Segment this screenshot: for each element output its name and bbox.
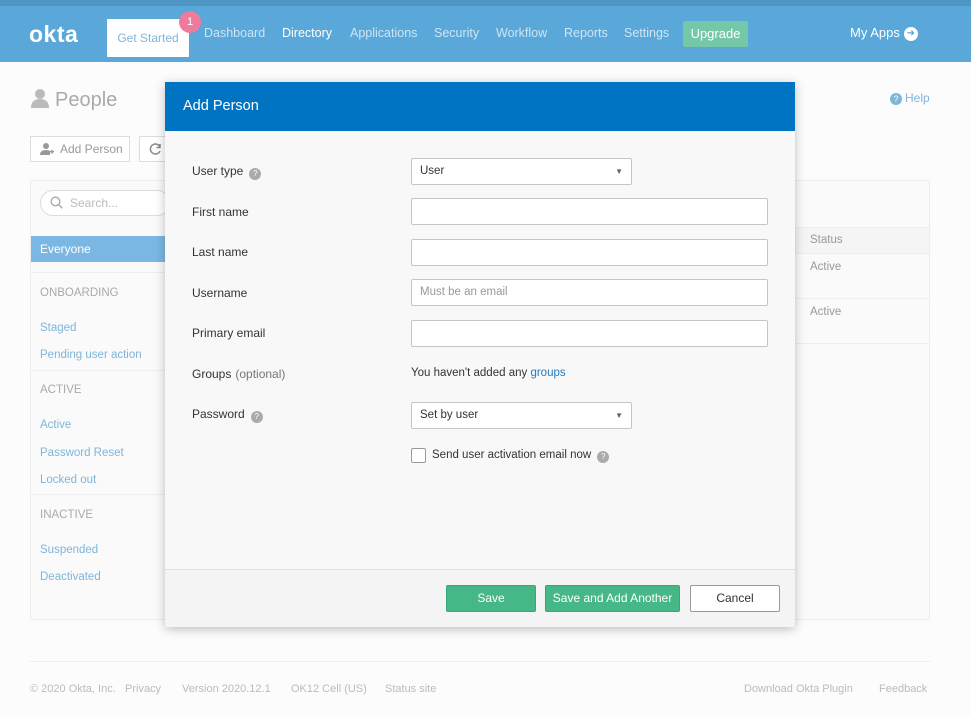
user-type-label-text: User type xyxy=(192,164,244,178)
primary-email-label: Primary email xyxy=(192,326,266,340)
status-cell: Active xyxy=(810,306,842,318)
save-button[interactable]: Save xyxy=(446,585,536,612)
row-divider xyxy=(795,298,929,299)
help-link[interactable]: ? Help xyxy=(890,91,930,105)
dialog-title: Add Person xyxy=(165,82,795,131)
arrow-right-icon: ➜ xyxy=(903,26,918,41)
primary-email-field[interactable] xyxy=(411,320,768,347)
first-name-field[interactable] xyxy=(411,198,768,225)
page-title: People xyxy=(31,88,117,112)
password-label-text: Password xyxy=(192,407,245,421)
status-column-header[interactable]: Status xyxy=(795,227,929,254)
nav-settings[interactable]: Settings xyxy=(624,26,669,40)
add-person-dialog: Add Person User type? User ▼ First name L… xyxy=(165,82,795,627)
search-icon xyxy=(50,196,63,209)
footer-privacy-link[interactable]: Privacy xyxy=(125,683,161,695)
chevron-down-icon: ▼ xyxy=(615,411,623,420)
nav-security[interactable]: Security xyxy=(434,26,479,40)
top-strip xyxy=(0,0,971,6)
add-person-button[interactable]: Add Person xyxy=(30,136,130,162)
password-value: Set by user xyxy=(420,409,479,421)
upgrade-button[interactable]: Upgrade xyxy=(683,21,748,47)
footer-divider xyxy=(30,661,930,662)
help-label: Help xyxy=(905,91,930,105)
search-placeholder: Search... xyxy=(70,196,119,210)
add-person-label: Add Person xyxy=(60,142,123,156)
refresh-icon xyxy=(149,143,161,155)
groups-link[interactable]: groups xyxy=(530,367,565,379)
footer-download-plugin-link[interactable]: Download Okta Plugin xyxy=(744,683,853,695)
user-type-label: User type? xyxy=(192,164,262,180)
sidebar-divider xyxy=(31,272,171,273)
dialog-footer: Save Save and Add Another Cancel xyxy=(165,569,795,627)
last-name-field[interactable] xyxy=(411,239,768,266)
my-apps-label: My Apps xyxy=(850,25,900,40)
send-activation-text: Send user activation email now xyxy=(432,449,592,461)
get-started-tab[interactable]: Get Started xyxy=(107,19,189,57)
my-apps-link[interactable]: My Apps ➜ xyxy=(850,25,918,41)
nav-reports[interactable]: Reports xyxy=(564,26,608,40)
sidebar-divider xyxy=(31,370,171,371)
sidebar-heading-onboarding: ONBOARDING xyxy=(40,287,119,299)
get-started-badge: 1 xyxy=(179,11,201,33)
row-divider xyxy=(795,343,929,344)
groups-empty-message: You haven't added any xyxy=(411,367,528,379)
add-user-icon xyxy=(40,143,54,155)
okta-logo[interactable]: okta xyxy=(29,21,78,48)
status-cell: Active xyxy=(810,261,842,273)
password-label: Password? xyxy=(192,407,263,423)
first-name-label: First name xyxy=(192,205,249,219)
chevron-down-icon: ▼ xyxy=(615,167,623,176)
help-icon[interactable]: ? xyxy=(597,451,610,463)
sidebar-heading-inactive: INACTIVE xyxy=(40,509,94,521)
sidebar-item-suspended[interactable]: Suspended xyxy=(40,544,98,556)
nav-workflow[interactable]: Workflow xyxy=(496,26,547,40)
send-activation-checkbox[interactable] xyxy=(411,448,426,463)
top-nav: okta Get Started 1 Dashboard Directory A… xyxy=(0,0,971,62)
person-icon xyxy=(31,89,49,108)
sidebar-item-deactivated[interactable]: Deactivated xyxy=(40,571,101,583)
footer-version: Version 2020.12.1 xyxy=(182,683,271,695)
help-icon: ? xyxy=(890,93,902,105)
page-title-text: People xyxy=(55,89,118,111)
groups-label-text: Groups xyxy=(192,367,232,381)
sidebar-item-everyone[interactable]: Everyone xyxy=(31,236,171,262)
sidebar-item-active[interactable]: Active xyxy=(40,419,71,431)
username-field[interactable]: Must be an email xyxy=(411,279,768,306)
password-select[interactable]: Set by user ▼ xyxy=(411,402,632,429)
user-type-select[interactable]: User ▼ xyxy=(411,158,632,185)
send-activation-label: Send user activation email now? xyxy=(432,449,610,463)
footer-copyright: © 2020 Okta, Inc. xyxy=(30,683,116,695)
username-label: Username xyxy=(192,286,248,300)
nav-directory[interactable]: Directory xyxy=(282,26,332,40)
search-input[interactable]: Search... xyxy=(40,190,170,216)
footer-cell: OK12 Cell (US) xyxy=(291,683,367,695)
footer-status-site-link[interactable]: Status site xyxy=(385,683,436,695)
groups-label: Groups (optional) xyxy=(192,367,285,381)
last-name-label: Last name xyxy=(192,245,249,259)
sidebar-heading-active: ACTIVE xyxy=(40,384,82,396)
sidebar-item-pending[interactable]: Pending user action xyxy=(40,349,142,361)
groups-empty-text: You haven't added any groups xyxy=(411,367,566,379)
sidebar-divider xyxy=(31,494,171,495)
sidebar-item-password-reset[interactable]: Password Reset xyxy=(40,447,124,459)
nav-dashboard[interactable]: Dashboard xyxy=(204,26,265,40)
user-type-value: User xyxy=(420,165,445,177)
help-icon[interactable]: ? xyxy=(249,168,262,180)
groups-optional: (optional) xyxy=(235,367,286,381)
sidebar-item-staged[interactable]: Staged xyxy=(40,322,76,334)
help-icon[interactable]: ? xyxy=(250,411,263,423)
footer-feedback-link[interactable]: Feedback xyxy=(879,683,927,695)
sidebar-item-locked-out[interactable]: Locked out xyxy=(40,474,96,486)
cancel-button[interactable]: Cancel xyxy=(690,585,780,612)
save-and-add-another-button[interactable]: Save and Add Another xyxy=(545,585,680,612)
nav-applications[interactable]: Applications xyxy=(350,26,417,40)
